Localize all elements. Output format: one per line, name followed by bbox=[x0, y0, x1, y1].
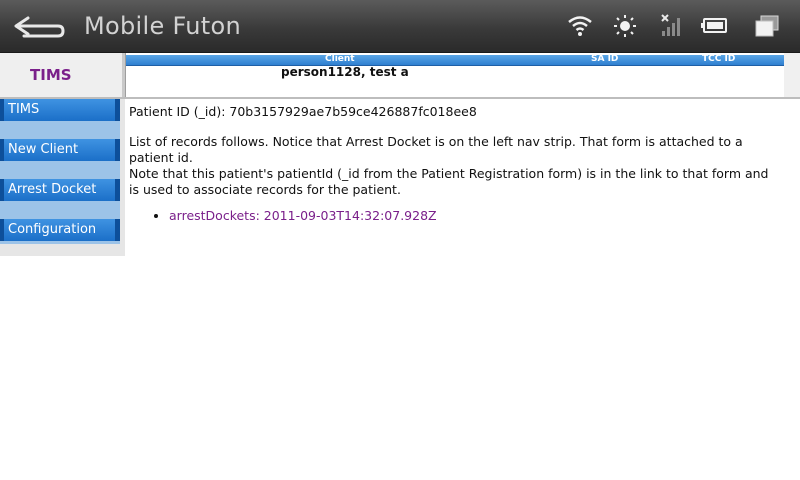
record-link-arrest-docket[interactable]: arrestDockets: 2011-09-03T14:32:07.928Z bbox=[169, 208, 437, 223]
nav-item-label: TIMS bbox=[8, 102, 40, 117]
nav-item-arrest-docket[interactable]: Arrest Docket bbox=[0, 179, 120, 201]
client-name-value: person1128, test a bbox=[281, 65, 409, 79]
nav-item-label: Arrest Docket bbox=[8, 182, 97, 197]
column-header-client: Client bbox=[325, 54, 355, 64]
wifi-icon bbox=[565, 13, 595, 39]
brand-cell: TIMS bbox=[0, 53, 125, 97]
signal-icon bbox=[656, 13, 686, 39]
nav-item-configuration[interactable]: Configuration bbox=[0, 219, 120, 241]
patient-id-text: Patient ID (_id): 70b3157929ae7b59ce4268… bbox=[129, 104, 477, 119]
header-right-edge bbox=[784, 53, 800, 97]
nav-item-label: Configuration bbox=[8, 222, 97, 237]
brightness-icon bbox=[612, 13, 642, 39]
back-arrow-icon bbox=[14, 16, 65, 38]
nav-item-label: New Client bbox=[8, 142, 79, 157]
client-info-table: Client SA ID TCC ID person1128, test a bbox=[125, 53, 786, 98]
battery-icon bbox=[700, 13, 730, 39]
nav-item-new-client[interactable]: New Client bbox=[0, 139, 120, 161]
back-button[interactable] bbox=[10, 13, 66, 41]
windows-icon[interactable] bbox=[752, 13, 782, 39]
records-intro-text: List of records follows. Notice that Arr… bbox=[129, 134, 743, 165]
action-bar: Mobile Futon bbox=[0, 0, 800, 53]
records-list: arrestDockets: 2011-09-03T14:32:07.928Z bbox=[129, 208, 769, 224]
list-item: arrestDockets: 2011-09-03T14:32:07.928Z bbox=[169, 208, 769, 224]
nav-item-tims[interactable]: TIMS bbox=[0, 99, 120, 121]
column-header-sa-id: SA ID bbox=[591, 54, 619, 64]
app-title: Mobile Futon bbox=[84, 12, 241, 40]
patient-id-note-text: Note that this patient's patientId (_id … bbox=[129, 166, 769, 197]
column-header-tcc-id: TCC ID bbox=[702, 54, 736, 64]
left-nav: TIMS New Client Arrest Docket Configurat… bbox=[0, 99, 125, 256]
client-table-header: Client SA ID TCC ID bbox=[126, 54, 785, 66]
brand-logo-text[interactable]: TIMS bbox=[30, 66, 72, 84]
main-content: Patient ID (_id): 70b3157929ae7b59ce4268… bbox=[129, 104, 769, 224]
header-row: TIMS Client SA ID TCC ID person1128, tes… bbox=[0, 53, 800, 98]
